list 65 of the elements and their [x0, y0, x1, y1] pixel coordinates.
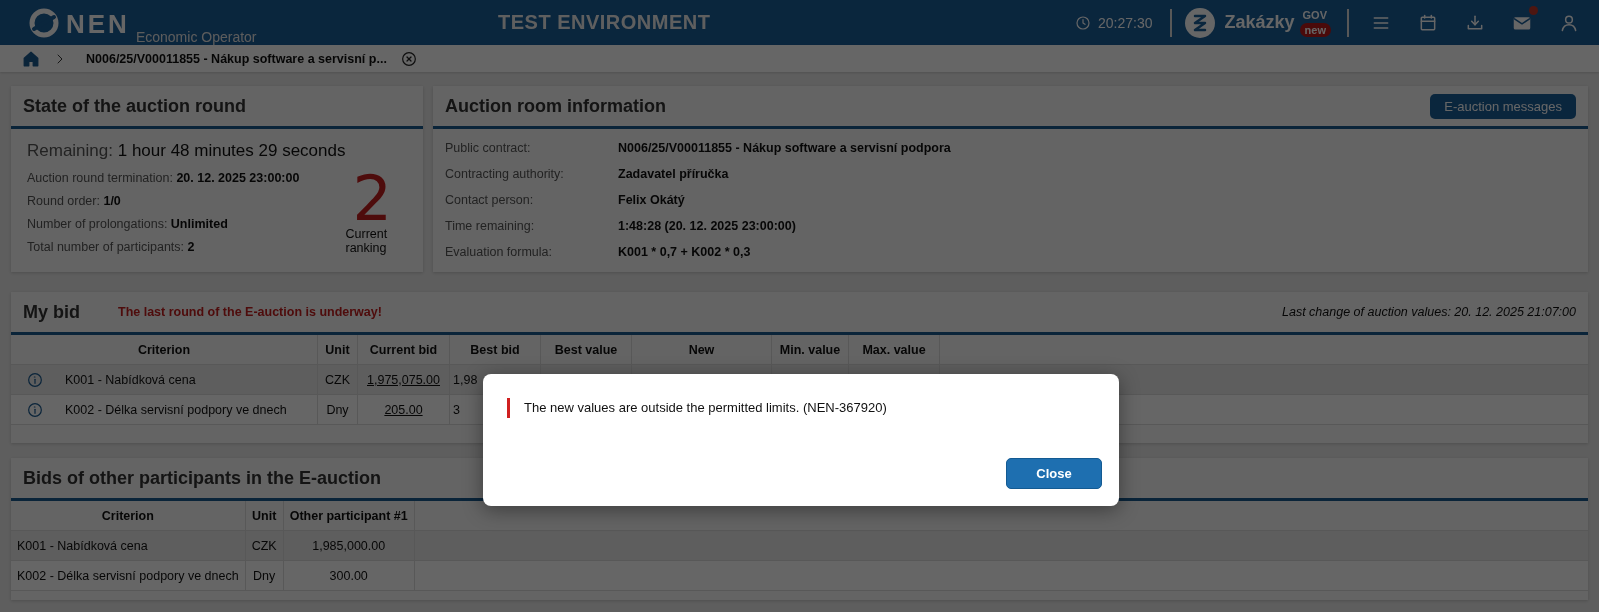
column-header: Best bid	[449, 335, 541, 365]
calendar-icon[interactable]	[1418, 12, 1438, 33]
column-header: New	[631, 335, 772, 365]
table-cell: K001 - Nabídková cena	[11, 530, 246, 561]
column-header: Other participant #1	[283, 501, 415, 531]
table-cell: Dny	[317, 394, 358, 425]
field-label: Evaluation formula:	[445, 244, 553, 261]
table-cell: CZK	[317, 364, 358, 395]
field-label: Contracting authority:	[445, 166, 565, 183]
field-value: N006/25/V00011855 - Nákup software a servisní podpora	[618, 140, 951, 157]
close-button[interactable]: Close	[1006, 458, 1102, 489]
bid-link[interactable]: 205.00	[384, 402, 423, 417]
remaining-time: Remaining: 1 hour 48 minutes 29 seconds	[27, 141, 346, 161]
info-icon[interactable]	[27, 401, 43, 418]
table-cell: K002 - Délka servisní podpory ve dnech	[65, 402, 287, 417]
logo-subtitle: Economic Operator	[135, 28, 257, 45]
column-header: Current bid	[357, 335, 450, 365]
alert-message: The last round of the E-auction is underway!	[118, 305, 382, 319]
clock-time: 20:27:30	[1098, 14, 1153, 31]
info-icon[interactable]	[27, 371, 43, 388]
ranking-label: Current ranking	[345, 227, 389, 255]
breadcrumb-item[interactable]: N006/25/V00011855 - Nákup software a servisní p...	[86, 51, 387, 66]
column-header: Criterion	[11, 335, 318, 365]
table-cell: K001 - Nabídková cena	[65, 372, 196, 387]
column-header: Unit	[245, 501, 284, 531]
panel-title: My bid	[23, 301, 80, 323]
table-cell: 1,985,000.00	[283, 530, 415, 561]
new-badge: new	[1299, 22, 1331, 37]
field-label: Public contract:	[445, 140, 532, 157]
table-cell: 300.00	[283, 560, 415, 591]
table-cell: CZK	[245, 530, 284, 561]
brand-suffix: GOV	[1302, 8, 1327, 21]
panel-title: State of the auction round	[23, 95, 246, 117]
logo-text: NEN	[66, 8, 130, 39]
close-circle-icon[interactable]	[400, 50, 417, 67]
error-message: The new values are outside the permitted limits. (NEN-367920)	[507, 398, 1102, 418]
table-cell: Dny	[245, 560, 284, 591]
column-header: Unit	[317, 335, 358, 365]
environment-label: TEST ENVIRONMENT	[498, 11, 712, 34]
field-value: K001 * 0,7 + K002 * 0,3	[618, 244, 751, 261]
messages-button[interactable]: E-auction messages	[1430, 93, 1576, 119]
brand-name: Zakázky	[1224, 12, 1295, 33]
info-line: Round order: 1/0	[27, 193, 122, 210]
home-icon[interactable]	[22, 49, 40, 68]
column-header: Min. value	[771, 335, 849, 365]
last-change-note: Last change of auction values: 20. 12. 2025 21:07:00	[1282, 305, 1576, 319]
info-line: Number of prolongations: Unlimited	[27, 216, 229, 233]
field-value: Felix Okátý	[618, 192, 685, 209]
panel-title: Auction room information	[445, 95, 666, 117]
column-header: Max. value	[848, 335, 940, 365]
field-value: 1:48:28 (20. 12. 2025 23:00:00)	[618, 218, 796, 235]
table-cell: K002 - Délka servisní podpory ve dnech	[11, 560, 246, 591]
column-header: Best value	[540, 335, 632, 365]
field-label: Time remaining:	[445, 218, 536, 235]
panel-title: Bids of other participants in the E-auction	[23, 467, 382, 489]
info-line: Total number of participants: 2	[27, 239, 196, 256]
field-value: Zadavatel příručka	[618, 166, 729, 183]
clock-icon	[1075, 14, 1091, 31]
info-line: Auction round termination: 20. 12. 2025 23:00:00	[27, 170, 301, 187]
bid-link[interactable]: 1,975,075.00	[367, 372, 440, 387]
brand-logo-icon	[1184, 6, 1217, 39]
field-label: Contact person:	[445, 192, 535, 209]
column-header: Criterion	[11, 501, 246, 531]
ranking-number: 2	[352, 171, 392, 227]
nen-logo-icon	[28, 6, 60, 39]
